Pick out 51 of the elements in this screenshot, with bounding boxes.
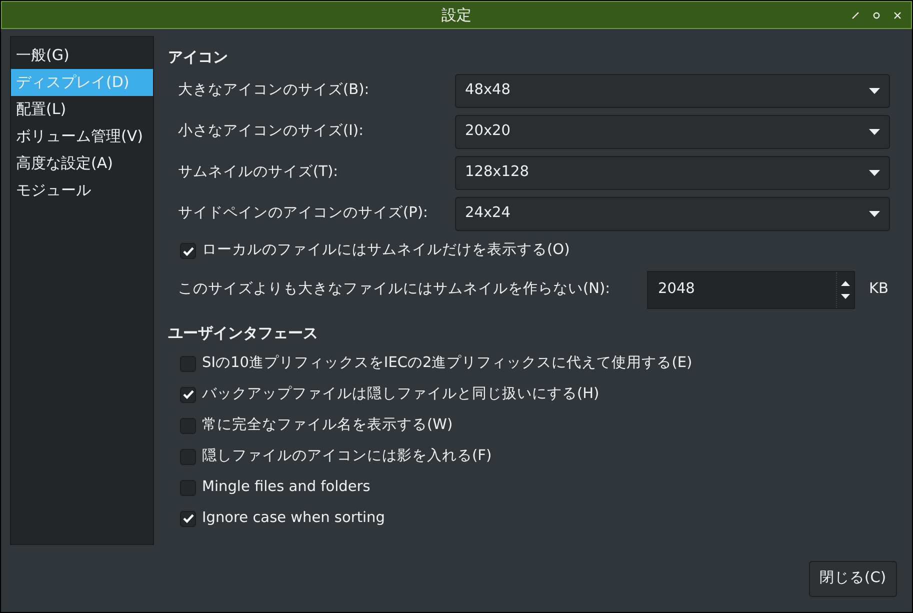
caret-down-icon (869, 128, 880, 134)
field-label: サムネイルのサイズ(T): (178, 162, 340, 182)
dropdown[interactable]: 128x128 (455, 156, 890, 190)
sidebar-item[interactable]: 配置(L) (11, 96, 153, 123)
close-icon[interactable] (894, 12, 901, 18)
checkbox-label: Ignore case when sorting (202, 508, 385, 528)
sidebar-item[interactable]: ボリューム管理(V) (11, 123, 153, 150)
dropdown-value: 20x20 (465, 122, 510, 141)
caret-down-icon (869, 88, 880, 94)
section-heading: ユーザインタフェース (168, 322, 319, 344)
checkmark-icon (182, 514, 194, 523)
unit-label: KB (869, 280, 888, 300)
spin-value: 2048 (658, 280, 695, 300)
sidebar-item[interactable]: 一般(G) (11, 42, 153, 69)
field-label: このサイズよりも大きなファイルにはサムネイルを作らない(N): (178, 280, 612, 300)
checkbox[interactable] (180, 480, 196, 496)
checkbox-label: ローカルのファイルにはサムネイルだけを表示する(O) (202, 241, 570, 260)
circle-icon[interactable] (873, 12, 880, 18)
caret-up-icon[interactable] (841, 281, 850, 286)
checkbox-label: SIの10進プリフィックスをIECの2進プリフィックスに代えて使用する(E) (202, 354, 692, 373)
checkbox[interactable] (180, 448, 196, 464)
sidebar-item[interactable]: 高度な設定(A) (11, 150, 153, 177)
checkbox[interactable] (180, 510, 196, 526)
caret-down-icon (869, 170, 880, 176)
checkbox[interactable] (180, 356, 196, 372)
spin-field[interactable]: 2048 (647, 271, 855, 309)
dropdown-value: 24x24 (465, 204, 510, 223)
window-title: 設定 (442, 4, 472, 26)
checkbox-label: 隠しファイルのアイコンには影を入れる(F) (202, 446, 492, 466)
caret-down-icon[interactable] (841, 294, 850, 299)
checkbox-label: 常に完全なファイル名を表示する(W) (202, 416, 453, 435)
dropdown[interactable]: 24x24 (455, 196, 890, 230)
field-label: 大きなアイコンのサイズ(B): (178, 80, 370, 100)
close-button[interactable]: 閉じる(C) (808, 561, 897, 597)
checkmark-icon (182, 390, 194, 399)
sidebar-item[interactable]: モジュール (11, 177, 153, 204)
checkbox[interactable] (180, 418, 196, 434)
checkmark-icon (182, 246, 194, 256)
dropdown-value: 128x128 (465, 162, 529, 182)
field-label: 小さなアイコンのサイズ(I): (178, 122, 364, 141)
checkbox[interactable] (180, 243, 196, 259)
dropdown[interactable]: 20x20 (455, 114, 890, 148)
dropdown[interactable]: 48x48 (455, 74, 890, 108)
section-heading: アイコン (168, 46, 229, 68)
slash-icon[interactable] (852, 12, 859, 18)
caret-down-icon (869, 210, 880, 216)
checkbox-label: バックアップファイルは隠しファイルと同じ扱いにする(H) (202, 384, 600, 404)
checkbox-label: Mingle files and folders (202, 478, 370, 497)
field-label: サイドペインのアイコンのサイズ(P): (178, 204, 429, 223)
checkbox[interactable] (180, 386, 196, 402)
dropdown-value: 48x48 (465, 80, 510, 100)
